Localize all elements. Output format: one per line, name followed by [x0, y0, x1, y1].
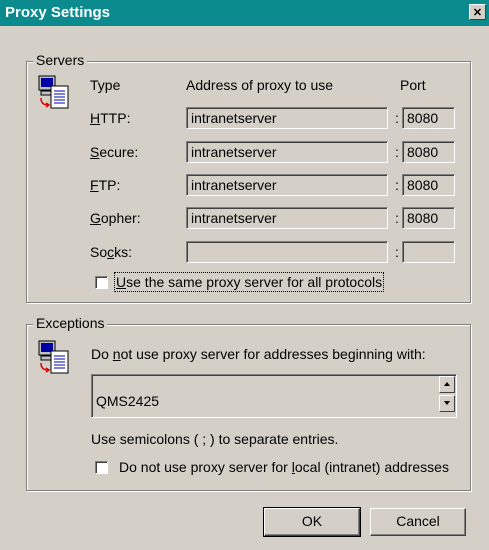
secure-colon: :	[395, 144, 399, 160]
exceptions-list[interactable]: QMS2425	[91, 374, 457, 418]
cancel-button[interactable]: Cancel	[370, 508, 466, 536]
secure-address-field[interactable]: intranetserver	[186, 141, 388, 163]
scroll-down-button[interactable]	[439, 395, 455, 412]
local-addresses-label[interactable]: Do not use proxy server for local (intra…	[119, 459, 449, 475]
secure-port-field[interactable]: 8080	[402, 141, 455, 163]
http-port-field[interactable]: 8080	[402, 107, 455, 129]
proxy-servers-icon	[38, 75, 69, 109]
ok-button[interactable]: OK	[263, 507, 361, 537]
servers-legend: Servers	[33, 52, 88, 68]
http-colon: :	[395, 110, 399, 126]
exceptions-legend: Exceptions	[33, 315, 108, 331]
secure-label: Secure:	[90, 144, 139, 160]
gopher-label: Gopher:	[90, 210, 141, 226]
socks-address-field[interactable]	[186, 241, 388, 263]
chevron-down-icon	[444, 401, 450, 405]
exceptions-group: Exceptions Do not use proxy server for a…	[26, 315, 471, 491]
servers-group: Servers Type Address of proxy to use Por…	[26, 52, 471, 303]
socks-port-field[interactable]	[402, 241, 455, 263]
proxy-settings-dialog: Proxy Settings ✕ Servers Type Address of…	[0, 0, 489, 550]
same-proxy-checkbox[interactable]	[95, 276, 108, 289]
dialog-title: Proxy Settings	[5, 4, 111, 21]
scroll-up-button[interactable]	[439, 376, 455, 393]
ftp-port-field[interactable]: 8080	[402, 174, 455, 196]
exceptions-icon	[38, 340, 69, 374]
address-column-header: Address of proxy to use	[186, 77, 334, 93]
port-column-header: Port	[400, 77, 426, 93]
title-bar[interactable]: Proxy Settings ✕	[0, 0, 489, 26]
ftp-label: FTP:	[90, 177, 121, 193]
http-address-field[interactable]: intranetserver	[186, 107, 388, 129]
exceptions-hint: Use semicolons ( ; ) to separate entries…	[91, 431, 339, 447]
ftp-colon: :	[395, 177, 399, 193]
gopher-address-field[interactable]: intranetserver	[186, 207, 388, 229]
close-button[interactable]: ✕	[469, 4, 486, 20]
socks-label: Socks:	[90, 244, 133, 260]
same-proxy-label[interactable]: Use the same proxy server for all protoc…	[113, 272, 385, 292]
ftp-address-field[interactable]: intranetserver	[186, 174, 388, 196]
gopher-port-field[interactable]: 8080	[402, 207, 455, 229]
gopher-colon: :	[395, 210, 399, 226]
http-label: HTTP:	[90, 110, 131, 126]
close-icon: ✕	[472, 7, 483, 19]
socks-colon: :	[395, 244, 399, 260]
chevron-up-icon	[444, 382, 450, 386]
exceptions-prompt: Do not use proxy server for addresses be…	[91, 346, 426, 362]
type-column-header: Type	[90, 77, 121, 93]
local-addresses-checkbox[interactable]	[95, 461, 108, 474]
exceptions-list-value: QMS2425	[96, 393, 160, 409]
